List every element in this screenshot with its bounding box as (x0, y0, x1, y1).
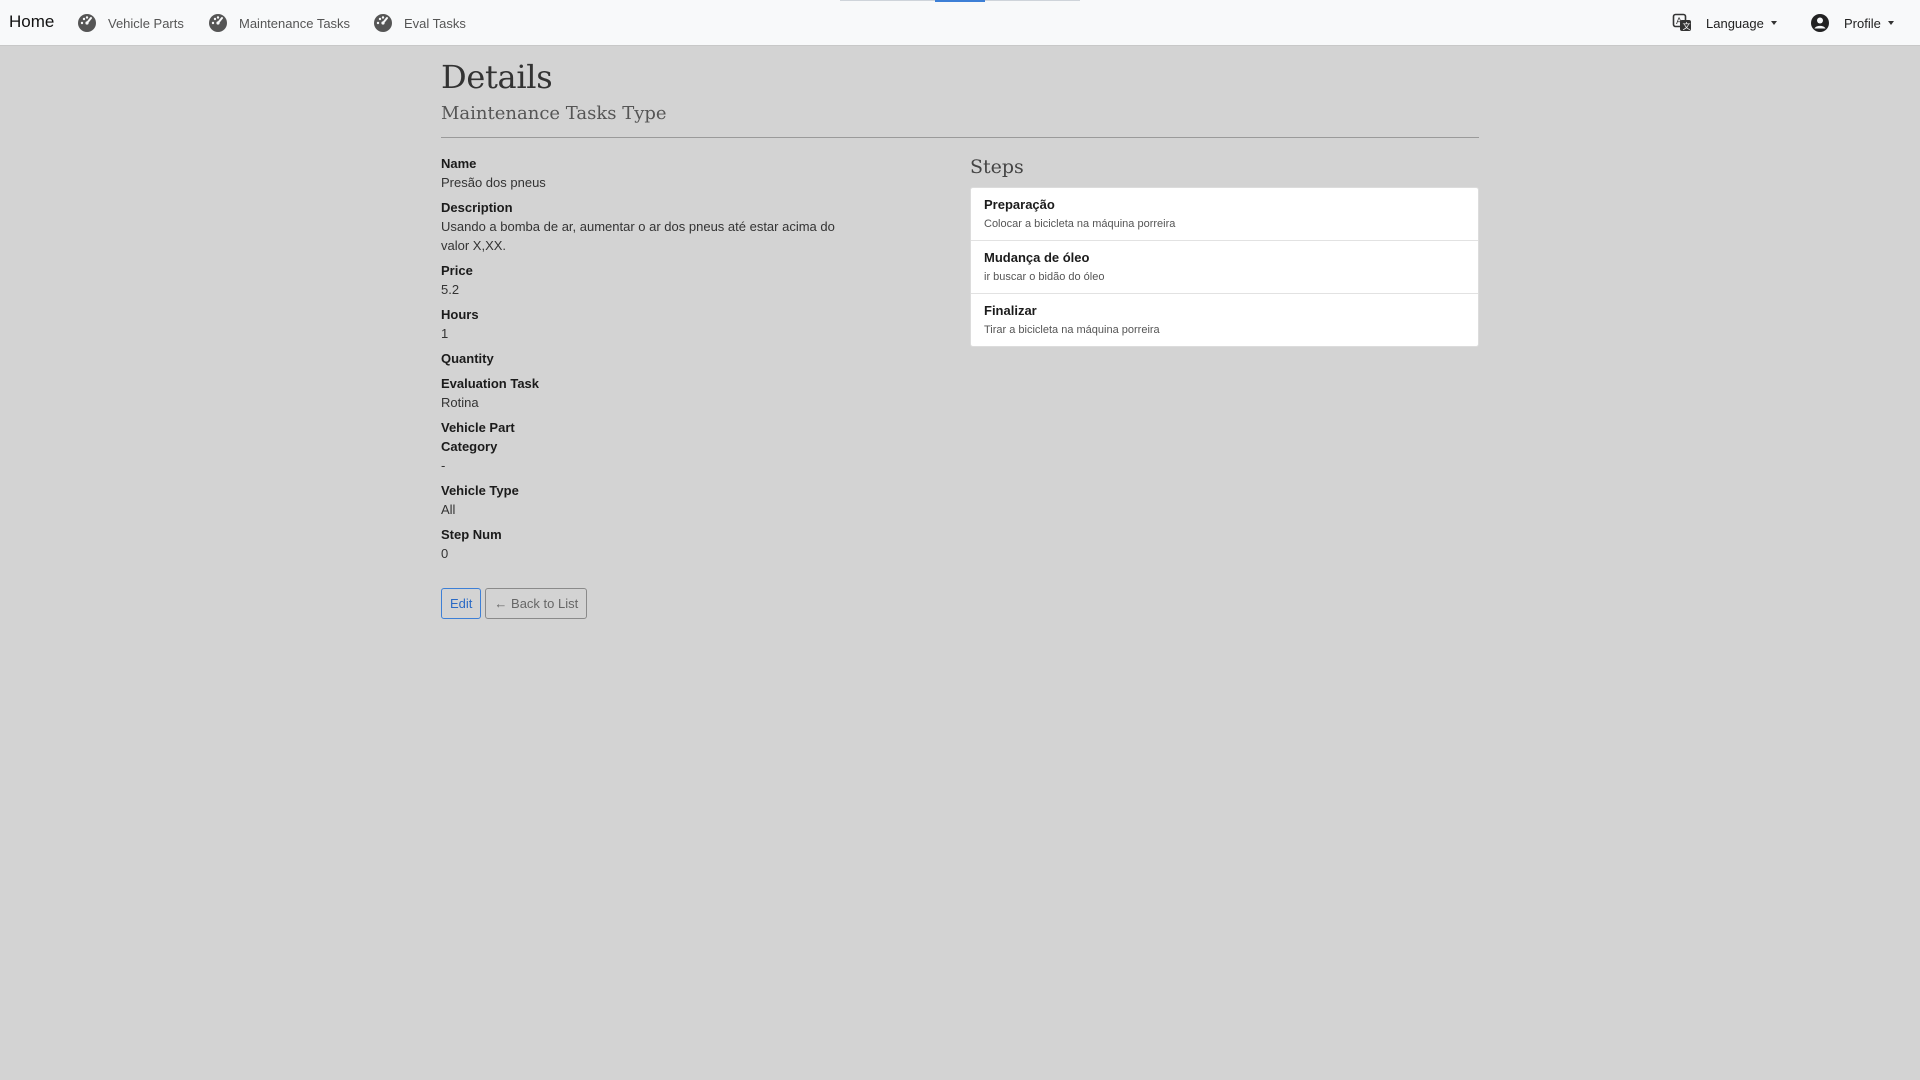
price-value: 5.2 (441, 282, 460, 297)
nav-maintenance-tasks[interactable]: Maintenance Tasks (208, 13, 350, 33)
evaluation-task-label: Evaluation Task (441, 376, 540, 391)
profile-label: Profile (1844, 15, 1881, 31)
description-value: Usando a bomba de ar, aumentar o ar dos … (441, 219, 835, 253)
price-label: Price (441, 263, 473, 278)
main-content: Details Maintenance Tasks Type Name Pres… (441, 56, 1479, 619)
step-num-label: Step Num (441, 527, 502, 542)
back-to-list-button[interactable]: ← Back to List (485, 588, 588, 619)
gauge-icon (77, 13, 97, 33)
step-title: Mudança de óleo (984, 250, 1090, 265)
action-buttons: Edit ← Back to List (441, 588, 588, 619)
top-navbar: Home Vehicle Parts Maintenance Tasks Eva… (0, 0, 1920, 46)
description-label: Description (441, 200, 513, 215)
list-item[interactable]: Mudança de óleo ir buscar o bidão do óle… (971, 241, 1478, 294)
language-dropdown[interactable]: A文 Language (1672, 13, 1777, 33)
evaluation-task-value: Rotina (441, 395, 479, 410)
vehicle-type-value: All (441, 502, 456, 517)
hours-value: 1 (441, 326, 449, 341)
steps-panel: Steps Preparação Colocar a bicicleta na … (970, 154, 1479, 347)
gauge-icon (373, 13, 393, 33)
steps-title: Steps (970, 156, 1024, 178)
hours-label: Hours (441, 307, 479, 322)
name-value: Presão dos pneus (441, 175, 546, 190)
step-description: Tirar a bicicleta na máquina porreira (984, 324, 1160, 336)
vehicle-part-label: Vehicle Part (441, 420, 515, 435)
page-subtitle: Maintenance Tasks Type (441, 103, 667, 124)
category-label: Category (441, 439, 498, 454)
name-label: Name (441, 156, 477, 171)
list-item[interactable]: Preparação Colocar a bicicleta na máquin… (971, 188, 1478, 241)
quantity-label: Quantity (441, 351, 494, 366)
nav-label: Vehicle Parts (108, 15, 184, 31)
step-title: Finalizar (984, 303, 1037, 318)
svg-text:文: 文 (1683, 21, 1691, 31)
step-description: ir buscar o bidão do óleo (984, 271, 1105, 283)
chevron-down-icon (1770, 21, 1777, 25)
nav-label: Maintenance Tasks (239, 15, 351, 31)
category-value: - (441, 458, 446, 473)
step-description: Colocar a bicicleta na máquina porreira (984, 218, 1176, 230)
list-item[interactable]: Finalizar Tirar a bicicleta na máquina p… (971, 294, 1478, 346)
translate-icon: A文 (1672, 13, 1692, 33)
user-circle-icon (1810, 13, 1830, 33)
details-list: Name Presão dos pneus Description Usando… (441, 154, 841, 569)
gauge-icon (208, 13, 228, 33)
steps-list: Preparação Colocar a bicicleta na máquin… (970, 187, 1479, 347)
divider (441, 137, 1479, 138)
home-link[interactable]: Home (9, 12, 54, 32)
nav-eval-tasks[interactable]: Eval Tasks (373, 13, 466, 33)
profile-dropdown[interactable]: Profile (1810, 13, 1894, 33)
step-num-value: 0 (441, 546, 449, 561)
vehicle-type-label: Vehicle Type (441, 483, 519, 498)
chevron-down-icon (1887, 21, 1894, 25)
language-label: Language (1706, 15, 1764, 31)
page-title: Details (441, 58, 553, 96)
loading-indicator (840, 0, 1080, 2)
step-title: Preparação (984, 197, 1055, 212)
nav-label: Eval Tasks (404, 15, 466, 31)
nav-vehicle-parts[interactable]: Vehicle Parts (77, 13, 184, 33)
edit-button[interactable]: Edit (441, 588, 482, 619)
